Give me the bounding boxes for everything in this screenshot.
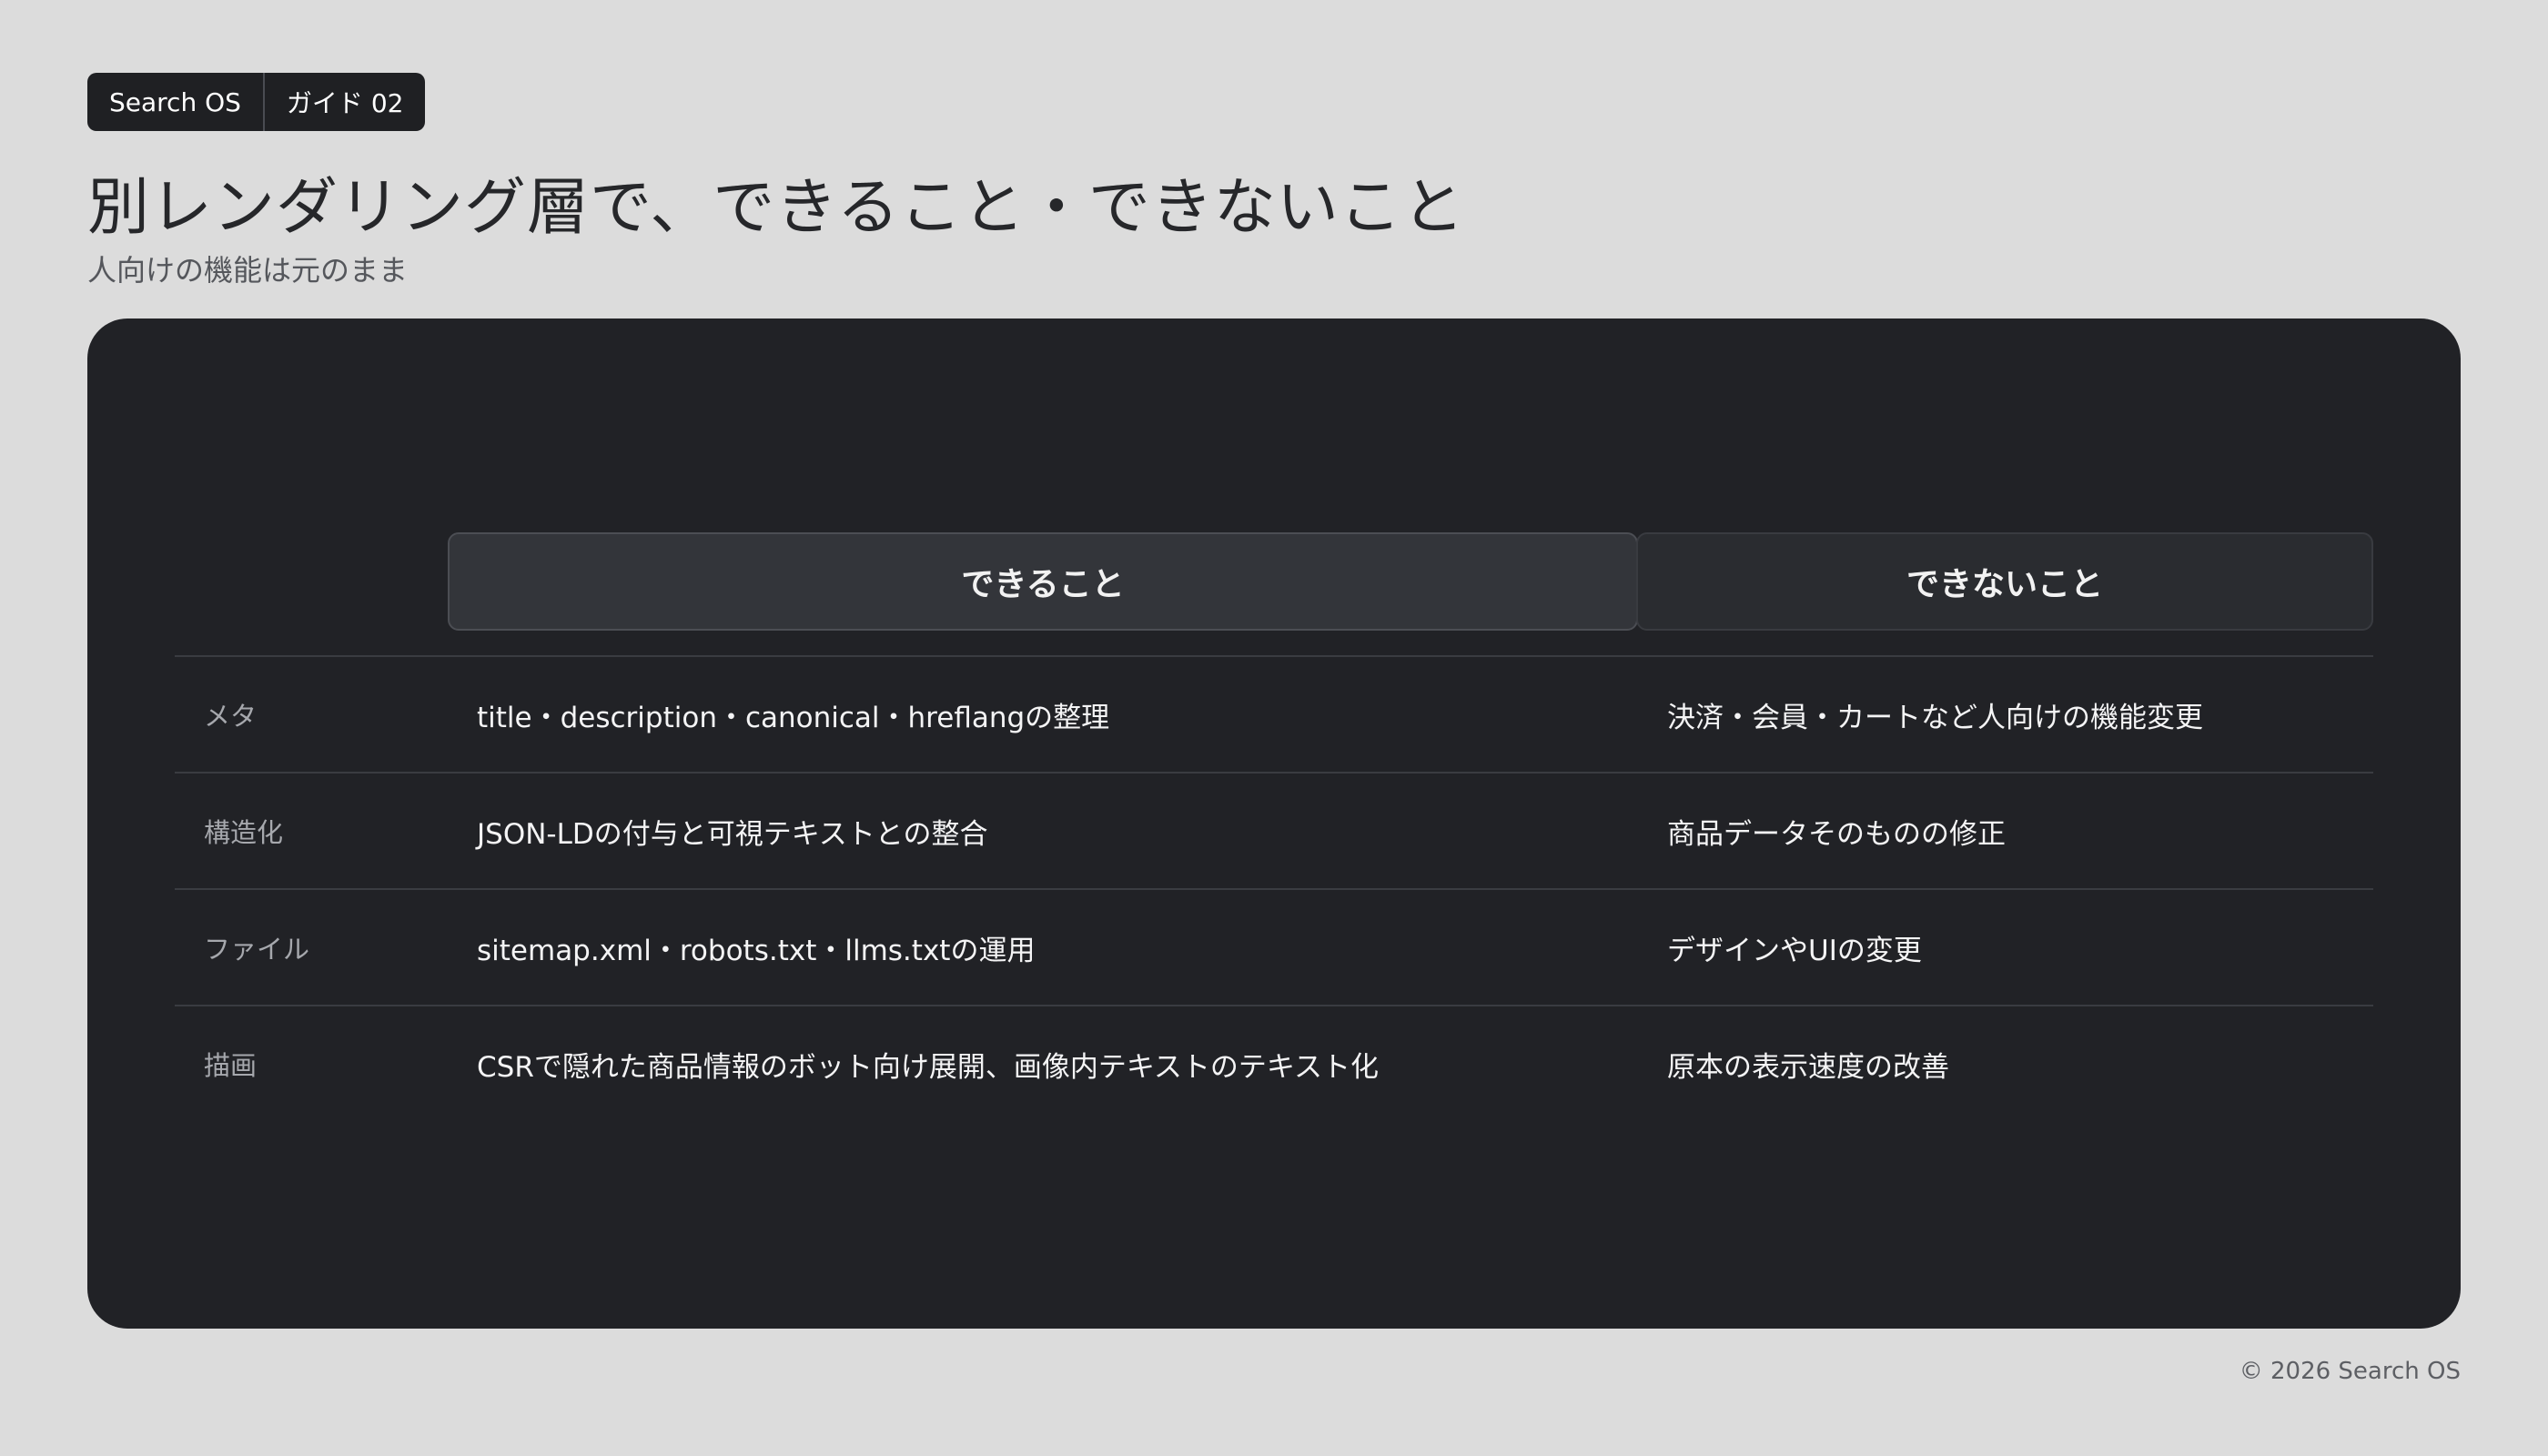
can-cell: CSRで隠れた商品情報のボット向け展開、画像内テキストのテキスト化 [477, 1050, 1379, 1084]
comparison-panel: できること できないこと メタ title・description・canoni… [87, 318, 2461, 1329]
comparison-table: メタ title・description・canonical・hreflangの… [175, 655, 2373, 1121]
table-row: 構造化 JSON-LDの付与と可視テキストとの整合 商品データそのものの修正 [175, 772, 2373, 888]
copyright-footer: © 2026 Search OS [2239, 1358, 2461, 1385]
table-row: 描画 CSRで隠れた商品情報のボット向け展開、画像内テキストのテキスト化 原本の… [175, 1005, 2373, 1121]
column-header-cannot: できないこと [1636, 532, 2373, 631]
cannot-cell: 原本の表示速度の改善 [1667, 1050, 1949, 1084]
row-label: 構造化 [204, 817, 284, 848]
breadcrumb: Search OS ガイド 02 [87, 73, 426, 131]
guide-number-tag: ガイド 02 [262, 73, 426, 131]
row-label: メタ [204, 701, 258, 732]
cannot-cell: 商品データそのものの修正 [1667, 817, 2006, 851]
row-label: ファイル [204, 934, 310, 965]
page-title: 別レンダリング層で、できること・できないこと [87, 172, 1465, 244]
can-cell: sitemap.xml・robots.txt・llms.txtの運用 [477, 934, 1036, 967]
table-row: ファイル sitemap.xml・robots.txt・llms.txtの運用 … [175, 888, 2373, 1005]
brand-tag: Search OS [109, 86, 241, 117]
can-cell: title・description・canonical・hreflangの整理 [477, 701, 1110, 734]
can-cell: JSON-LDの付与と可視テキストとの整合 [477, 817, 988, 851]
cannot-cell: 決済・会員・カートなど人向けの機能変更 [1667, 701, 2203, 734]
cannot-cell: デザインやUIの変更 [1667, 934, 1922, 967]
slide: Search OS ガイド 02 別レンダリング層で、できること・できないこと … [0, 0, 2548, 1456]
table-row: メタ title・description・canonical・hreflangの… [175, 655, 2373, 772]
column-header-can: できること [448, 532, 1638, 631]
page-subtitle: 人向けの機能は元のまま [87, 253, 409, 288]
row-label: 描画 [204, 1050, 258, 1081]
